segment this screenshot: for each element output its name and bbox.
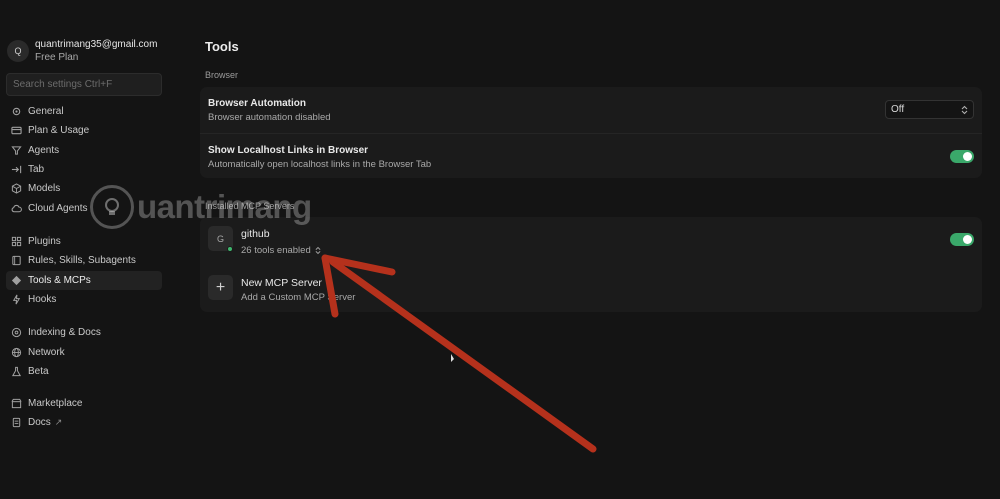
sidebar-item-tab[interactable]: Tab [6, 160, 162, 179]
sidebar-item-label: Plan & Usage [28, 125, 90, 136]
sidebar-item-label: Plugins [28, 236, 61, 247]
external-link-icon: ↗ [54, 417, 63, 427]
database-icon [11, 327, 22, 338]
account-plan: Free Plan [35, 52, 79, 63]
row-title: Show Localhost Links in Browser [208, 145, 369, 156]
watermark-logo [90, 185, 134, 229]
status-dot [227, 246, 233, 252]
cloud-icon [11, 203, 22, 214]
row-divider [200, 133, 982, 134]
page-title: Tools [205, 39, 239, 54]
chevron-up-down-icon [961, 105, 968, 115]
sidebar-item-label: Tools & MCPs [28, 275, 91, 286]
sidebar-item-label: Network [28, 347, 65, 358]
browser-automation-row: Browser Automation Browser automation di… [208, 98, 331, 123]
gear-icon [11, 106, 22, 117]
sidebar-item-agents[interactable]: Agents [6, 141, 162, 160]
sidebar-item-label: Indexing & Docs [28, 327, 101, 338]
sidebar-item-label: Tab [28, 164, 45, 175]
flask-icon [11, 366, 22, 377]
mcp-servers-card: G github 26 tools enabled + New MCP Serv… [200, 217, 982, 312]
store-icon [11, 398, 22, 409]
agents-icon [11, 145, 22, 156]
tab-arrow-icon [11, 164, 22, 175]
sidebar: Q quantrimang35@gmail.com Free Plan Gene… [0, 0, 170, 499]
sidebar-item-label: Cloud Agents [28, 203, 88, 214]
account-email: quantrimang35@gmail.com [35, 39, 158, 50]
sidebar-item-label: General [28, 106, 64, 117]
sidebar-item-plugins[interactable]: Plugins [6, 232, 162, 251]
sidebar-item-marketplace[interactable]: Marketplace [6, 394, 162, 413]
account-menu[interactable]: Q quantrimang35@gmail.com Free Plan [7, 38, 157, 64]
chevron-up-down-icon [315, 246, 321, 255]
avatar[interactable]: Q [7, 40, 29, 62]
globe-icon [11, 347, 22, 358]
card-icon [11, 125, 22, 136]
sidebar-item-label: Marketplace [28, 398, 83, 409]
book-icon [11, 255, 22, 266]
sidebar-item-network[interactable]: Network [6, 343, 162, 362]
grid-icon [11, 236, 22, 247]
server-name: github [241, 228, 270, 240]
sidebar-item-general[interactable]: General [6, 102, 162, 121]
sidebar-item-plan-usage[interactable]: Plan & Usage [6, 121, 162, 140]
sidebar-item-label: Hooks [28, 294, 57, 305]
browser-settings-card: Browser Automation Browser automation di… [200, 87, 982, 178]
section-label-browser: Browser [205, 70, 239, 80]
select-value: Off [891, 104, 905, 115]
row-title: Browser Automation [208, 98, 306, 109]
settings-search-input[interactable] [6, 73, 162, 96]
server-status-row[interactable]: 26 tools enabled [241, 245, 321, 256]
doc-icon [11, 417, 22, 428]
row-subtitle: Automatically open localhost links in th… [208, 159, 432, 170]
localhost-links-toggle[interactable] [950, 150, 974, 163]
new-server-subtitle: Add a Custom MCP Server [241, 292, 356, 303]
sidebar-item-tools-mcps[interactable]: Tools & MCPs [6, 271, 162, 290]
browser-automation-select[interactable]: Off [885, 100, 974, 119]
diamond-icon [11, 275, 22, 286]
watermark: uantrimang [90, 185, 312, 229]
github-server-toggle[interactable] [950, 233, 974, 246]
server-status: 26 tools enabled [241, 245, 311, 256]
sidebar-item-beta[interactable]: Beta [6, 362, 162, 381]
sidebar-item-label: Models [28, 183, 61, 194]
sidebar-item-label: Agents [28, 145, 60, 156]
sidebar-item-label: Docs [28, 417, 51, 428]
hook-icon [11, 294, 22, 305]
sidebar-item-hooks[interactable]: Hooks [6, 290, 162, 309]
plus-icon: + [208, 275, 233, 300]
localhost-links-row: Show Localhost Links in Browser Automati… [208, 145, 431, 170]
new-server-title: New MCP Server [241, 277, 322, 289]
sidebar-item-label: Rules, Skills, Subagents [28, 255, 136, 266]
cube-icon [11, 183, 22, 194]
watermark-text: uantrimang [137, 188, 312, 225]
sidebar-item-label: Beta [28, 366, 49, 377]
sidebar-item-indexing-docs[interactable]: Indexing & Docs [6, 323, 162, 342]
row-subtitle: Browser automation disabled [208, 112, 331, 123]
sidebar-item-docs[interactable]: Docs ↗ [6, 413, 162, 432]
sidebar-item-rules-skills-subagents[interactable]: Rules, Skills, Subagents [6, 251, 162, 270]
